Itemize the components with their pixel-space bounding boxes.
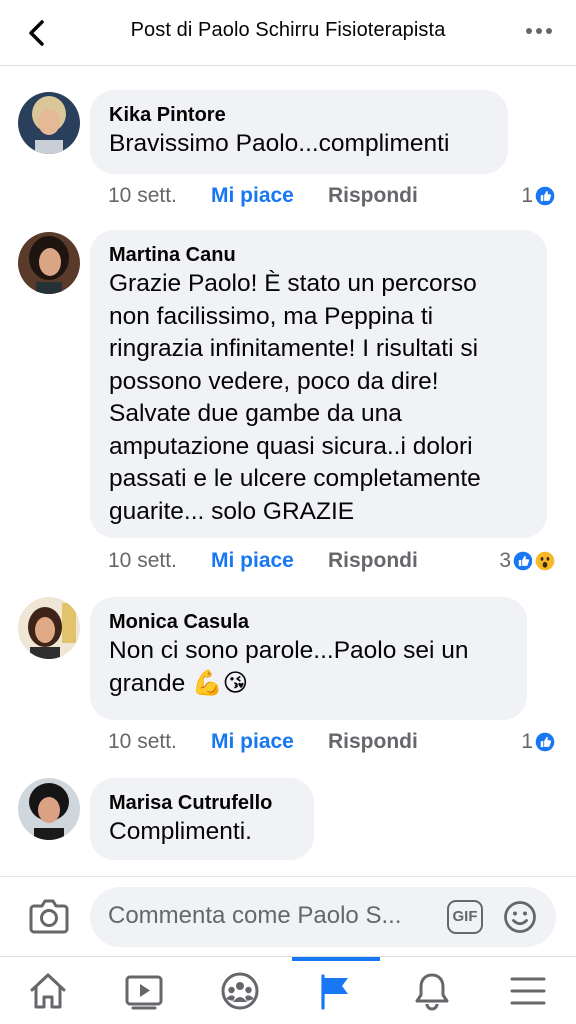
comment-author[interactable]: Martina Canu: [109, 242, 528, 268]
like-reaction-icon: [532, 729, 558, 755]
tab-home[interactable]: [0, 957, 96, 1024]
tab-menu[interactable]: [480, 957, 576, 1024]
wow-reaction-icon: [532, 548, 558, 574]
avatar[interactable]: [18, 92, 80, 154]
comment-bubble: Martina Canu Grazie Paolo! È stato un pe…: [90, 230, 547, 538]
comment-time[interactable]: 10 sett.: [108, 546, 177, 576]
pages-flag-icon: [321, 974, 348, 1010]
tab-notifications[interactable]: [384, 957, 480, 1024]
reactions-summary[interactable]: 1: [521, 181, 558, 211]
avatar[interactable]: [18, 597, 80, 659]
comment-actions: 10 sett. Mi piace Rispondi: [108, 181, 418, 211]
gif-button[interactable]: GIF: [447, 900, 483, 934]
comment-placeholder: Commenta come Paolo S...: [108, 902, 402, 929]
page-title: Post di Paolo Schirru Fisioterapista: [130, 19, 446, 41]
comment-author[interactable]: Marisa Cutrufello: [109, 790, 295, 816]
like-button[interactable]: Mi piace: [211, 181, 294, 211]
comment-input[interactable]: Commenta come Paolo S... GIF: [90, 887, 556, 947]
avatar[interactable]: [18, 232, 80, 294]
tab-pages[interactable]: [288, 957, 384, 1024]
reply-button[interactable]: Rispondi: [328, 181, 418, 211]
reply-button[interactable]: Rispondi: [328, 546, 418, 576]
like-button[interactable]: Mi piace: [211, 546, 294, 576]
comment-text: Non ci sono parole...Paolo sei un grande…: [109, 637, 469, 697]
tab-groups[interactable]: [192, 957, 288, 1024]
camera-button[interactable]: [28, 897, 70, 935]
comment-time[interactable]: 10 sett.: [108, 181, 177, 211]
reactions-summary[interactable]: 3: [499, 546, 558, 576]
bell-icon: [415, 973, 449, 1011]
like-button[interactable]: Mi piace: [211, 727, 294, 757]
more-options-button[interactable]: [524, 20, 554, 42]
smiley-icon: [504, 901, 536, 933]
video-icon: [125, 975, 163, 1010]
comment-time[interactable]: 10 sett.: [108, 727, 177, 757]
header-bar: Post di Paolo Schirru Fisioterapista: [0, 0, 576, 66]
comment-composer: Commenta come Paolo S... GIF: [0, 876, 576, 956]
comment-text: Grazie Paolo! È stato un percorso non fa…: [109, 270, 481, 525]
comment-text: Bravissimo Paolo...complimenti: [109, 130, 450, 157]
comment-bubble: Monica Casula Non ci sono parole...Paolo…: [90, 597, 527, 720]
comment-bubble: Kika Pintore Bravissimo Paolo...complime…: [90, 90, 508, 174]
avatar[interactable]: [18, 778, 80, 840]
tab-video[interactable]: [96, 957, 192, 1024]
home-icon: [30, 973, 66, 1009]
emoji-button[interactable]: [503, 900, 537, 934]
reply-button[interactable]: Rispondi: [328, 727, 418, 757]
reactions-summary[interactable]: 1: [521, 727, 558, 757]
like-reaction-icon: [532, 183, 558, 209]
comment-actions: 10 sett. Mi piace Rispondi: [108, 546, 418, 576]
menu-icon: [510, 977, 546, 1005]
comment-actions: 10 sett. Mi piace Rispondi: [108, 727, 418, 757]
comment-author[interactable]: Monica Casula: [109, 609, 508, 635]
camera-icon: [29, 899, 69, 934]
more-dots-icon: [526, 28, 552, 34]
comment-bubble: Marisa Cutrufello Complimenti.: [90, 778, 314, 860]
bottom-tab-bar: [0, 956, 576, 1024]
comment-author[interactable]: Kika Pintore: [109, 102, 489, 128]
groups-icon: [221, 972, 259, 1010]
comment-text: Complimenti.: [109, 818, 252, 845]
